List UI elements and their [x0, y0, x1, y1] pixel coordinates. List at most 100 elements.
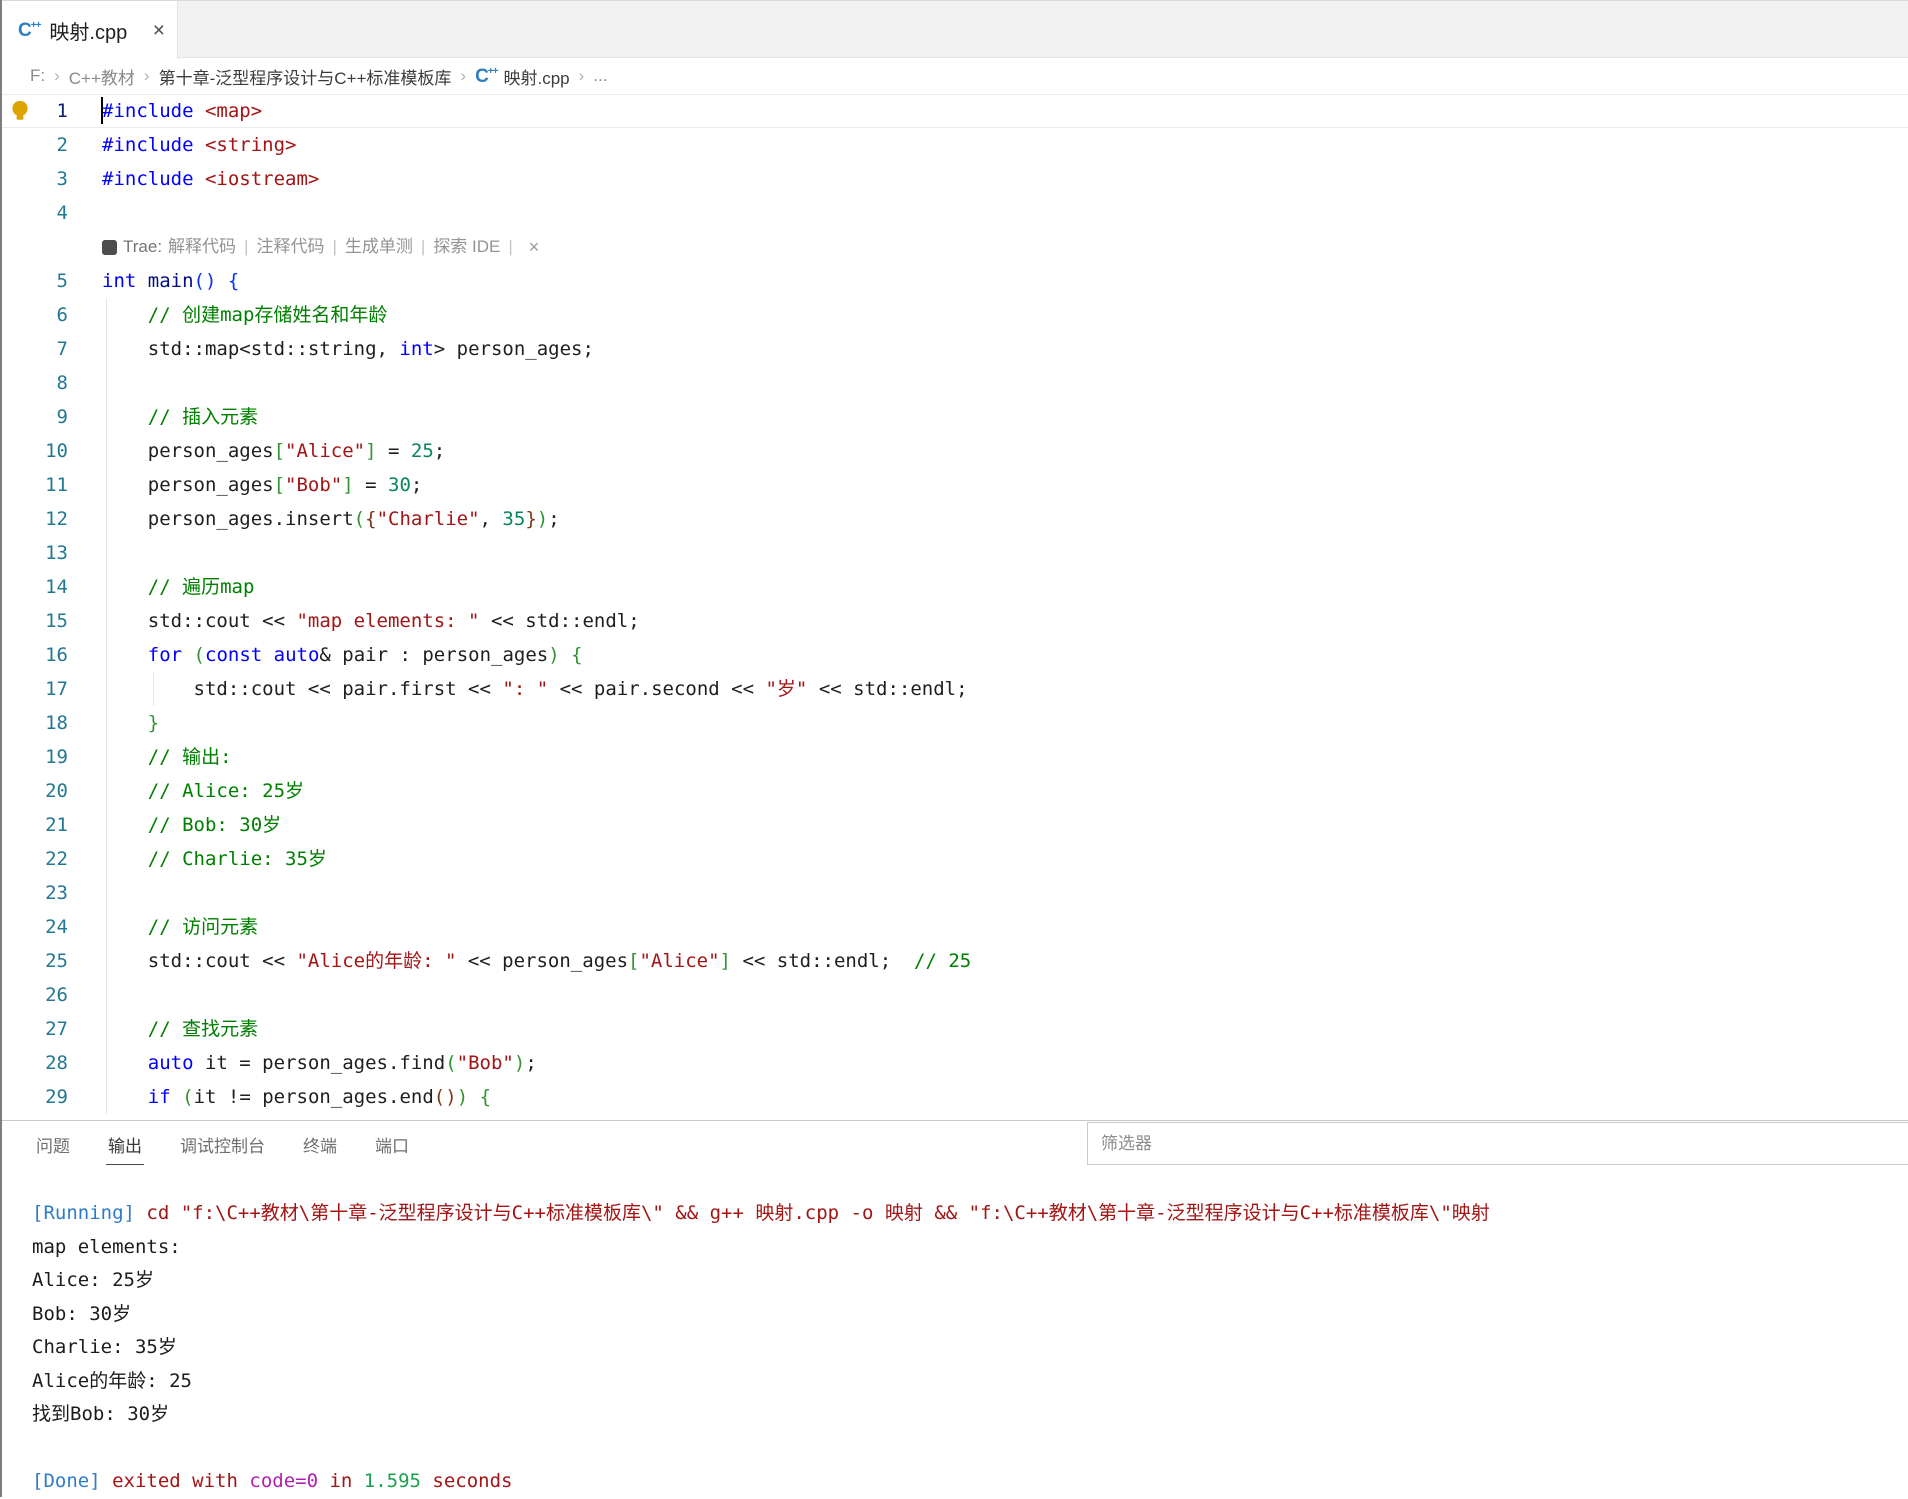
code-line[interactable]: 25 std::cout << "Alice的年龄: " << person_a…: [2, 944, 1908, 978]
output-line: 找到Bob: 30岁: [32, 1398, 1908, 1432]
code-line[interactable]: 3 #include <iostream>: [2, 162, 1908, 196]
hint-action[interactable]: 生成单测: [345, 230, 413, 264]
tab-title: 映射.cpp: [49, 21, 128, 44]
code-token: (: [193, 644, 205, 666]
code-token: person_ages: [102, 440, 274, 462]
breadcrumb-item[interactable]: C++ 映射.cpp: [475, 64, 570, 89]
code-token: person_ages: [102, 474, 274, 496]
code-token: // 插入元素: [147, 406, 259, 428]
code-token: // 访问元素: [147, 916, 259, 938]
output-console[interactable]: [Running] cd "f:\C++教材\第十章-泛型程序设计与C++标准模…: [2, 1169, 1908, 1499]
code-line[interactable]: 8: [2, 366, 1908, 400]
code-editor[interactable]: 1 #include <map> 2 #include <string> 3 #inclu…: [2, 94, 1908, 1120]
code-line[interactable]: 20 // Alice: 25岁: [2, 774, 1908, 808]
code-line[interactable]: 10 person_ages["Alice"] = 25;: [2, 434, 1908, 468]
code-token: ): [536, 508, 549, 530]
code-line[interactable]: 9 // 插入元素: [2, 400, 1908, 434]
code-line[interactable]: 15 std::cout << "map elements: " << std:…: [2, 604, 1908, 638]
hint-action[interactable]: 注释代码: [256, 230, 324, 264]
window-left-border: [0, 0, 2, 1497]
code-text: std::map<std::string, int> person_ages;: [68, 332, 594, 366]
breadcrumb-item[interactable]: ...: [593, 66, 607, 86]
code-line[interactable]: 24 // 访问元素: [2, 910, 1908, 944]
code-line[interactable]: 22 // Charlie: 35岁: [2, 842, 1908, 876]
output-segment: cd "f:\C++教材\第十章-泛型程序设计与C++标准模板库\" && g+…: [134, 1202, 1490, 1224]
code-text: #include <map>: [68, 94, 262, 128]
code-token: #include: [102, 168, 194, 190]
code-lines: 1 #include <map> 2 #include <string> 3 #inclu…: [2, 94, 1908, 1114]
breadcrumb-item-label: ...: [593, 66, 608, 85]
line-number: 14: [45, 576, 68, 598]
code-line[interactable]: 12 person_ages.insert({"Charlie", 35});: [2, 502, 1908, 536]
breadcrumb-item-label: 映射.cpp: [503, 68, 570, 88]
code-line[interactable]: 5 int main() {: [2, 264, 1908, 298]
code-token: (: [182, 1086, 194, 1108]
line-number: 9: [56, 406, 68, 428]
code-line[interactable]: 13: [2, 536, 1908, 570]
lightbulb-icon[interactable]: [9, 99, 31, 123]
code-line[interactable]: 19 // 输出:: [2, 740, 1908, 774]
code-token: {: [571, 644, 583, 666]
code-token: "map elements: ": [296, 610, 480, 632]
panel-tab-problems[interactable]: 问题: [34, 1126, 72, 1164]
code-token: {: [479, 1086, 492, 1108]
breadcrumb-item-label: C++教材: [68, 68, 135, 88]
tab-mapping-cpp[interactable]: C++ 映射.cpp ×: [2, 1, 178, 60]
output-segment: [Running]: [32, 1202, 135, 1224]
code-token: << pair.second <<: [548, 678, 766, 700]
code-line[interactable]: 1 #include <map>: [2, 94, 1908, 128]
bottom-panel: 问题输出调试控制台终端端口 [Running] cd "f:\C++教材\第十章…: [2, 1120, 1908, 1497]
code-line[interactable]: 26: [2, 978, 1908, 1012]
code-line[interactable]: 17 std::cout << pair.first << ": " << pa…: [2, 672, 1908, 706]
code-token: (: [445, 1052, 457, 1074]
code-line[interactable]: 27 // 查找元素: [2, 1012, 1908, 1046]
trae-logo-icon: [102, 239, 117, 255]
code-line[interactable]: 4: [2, 196, 1908, 230]
code-text: // 创建map存储姓名和年龄: [68, 298, 388, 332]
panel-tab-ports[interactable]: 端口: [373, 1126, 411, 1164]
code-line[interactable]: 14 // 遍历map: [2, 570, 1908, 604]
code-line[interactable]: 29 if (it != person_ages.end()) {: [2, 1080, 1908, 1114]
code-line[interactable]: 11 person_ages["Bob"] = 30;: [2, 468, 1908, 502]
code-token: << std::endl;: [807, 678, 968, 700]
code-text: // 查找元素: [68, 1012, 258, 1046]
code-text: person_ages["Alice"] = 25;: [68, 434, 446, 468]
breadcrumb-item[interactable]: C++教材: [69, 64, 135, 89]
panel-tab-output[interactable]: 输出: [106, 1126, 144, 1165]
code-token: ): [548, 644, 560, 666]
output-line: map elements:: [32, 1231, 1908, 1265]
code-text: }: [68, 706, 159, 740]
panel-tab-terminal[interactable]: 终端: [301, 1126, 339, 1164]
code-line[interactable]: 2 #include <string>: [2, 128, 1908, 162]
hint-action[interactable]: 解释代码: [168, 230, 236, 264]
code-token: ): [456, 1086, 469, 1108]
code-line[interactable]: 28 auto it = person_ages.find("Bob");: [2, 1046, 1908, 1080]
code-line[interactable]: 21 // Bob: 30岁: [2, 808, 1908, 842]
code-line[interactable]: 7 std::map<std::string, int> person_ages…: [2, 332, 1908, 366]
tab-close-icon[interactable]: ×: [153, 20, 165, 41]
output-segment: 1.595: [363, 1470, 421, 1492]
code-line[interactable]: 18 }: [2, 706, 1908, 740]
output-segment: Alice的年龄: 25: [32, 1369, 192, 1392]
hint-action[interactable]: 探索 IDE: [433, 230, 500, 264]
code-token: [: [273, 474, 286, 496]
breadcrumb-item[interactable]: F:: [30, 66, 45, 86]
hint-close-icon[interactable]: ×: [529, 230, 540, 264]
code-token: [: [273, 440, 286, 462]
panel-tab-debug-console[interactable]: 调试控制台: [178, 1126, 267, 1164]
breadcrumb-chevron-icon: ›: [143, 66, 150, 85]
inline-hint-row[interactable]: Trae: 解释代码 | 注释代码 | 生成单测 | 探索 IDE | ×: [2, 230, 1908, 264]
code-line[interactable]: 23: [2, 876, 1908, 910]
code-line[interactable]: 6 // 创建map存储姓名和年龄: [2, 298, 1908, 332]
filter-input[interactable]: [1087, 1122, 1908, 1165]
breadcrumb-item[interactable]: 第十章-泛型程序设计与C++标准模板库: [159, 64, 452, 89]
code-line[interactable]: 16 for (const auto& pair : person_ages) …: [2, 638, 1908, 672]
